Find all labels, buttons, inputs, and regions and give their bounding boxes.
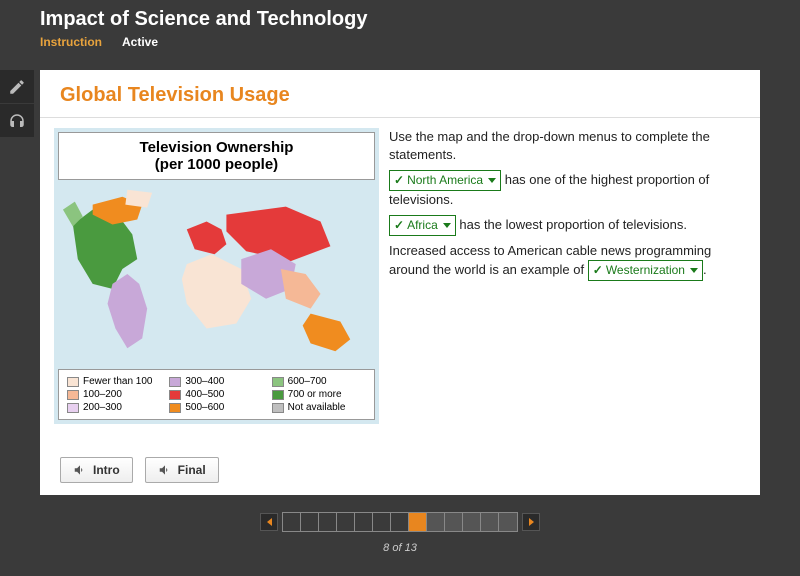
legend-label: 300–400 [185,376,224,387]
legend-swatch [67,377,79,387]
instruction-text: Use the map and the drop-down menus to c… [389,128,746,164]
legend-swatch [67,390,79,400]
legend-item: 200–300 [67,402,161,413]
arrow-right-icon [529,518,534,526]
south-asia-region [281,269,321,309]
legend-label: Not available [288,402,346,413]
tabs: Instruction Active [40,35,760,49]
statement-3: Increased access to American cable news … [389,242,746,281]
legend-item: 600–700 [272,376,366,387]
legend-item: 700 or more [272,389,366,400]
legend-label: 100–200 [83,389,122,400]
pager [0,512,800,532]
statement-1: ✓North America has one of the highest pr… [389,170,746,209]
legend-label: 200–300 [83,402,122,413]
next-button[interactable] [522,513,540,531]
statement-text: . [703,262,707,277]
pencil-icon[interactable] [0,70,34,104]
legend-swatch [272,390,284,400]
dropdown-1[interactable]: ✓North America [389,170,501,191]
page-cell-7[interactable] [391,513,409,531]
chevron-down-icon [690,268,698,273]
audio-label: Final [178,463,206,477]
europe-region [187,221,227,254]
content-title: Global Television Usage [40,70,760,118]
page-title: Impact of Science and Technology [40,8,760,31]
map-title-l1: Television Ownership [65,139,368,156]
question-text: Use the map and the drop-down menus to c… [389,128,746,424]
dropdown-3[interactable]: ✓Westernization [588,260,703,281]
australia-region [303,314,351,352]
legend-swatch [67,403,79,413]
legend-item: 500–600 [169,402,263,413]
page-cell-10[interactable] [445,513,463,531]
legend-swatch [169,377,181,387]
audio-final-button[interactable]: Final [145,457,219,483]
speaker-icon [73,463,87,477]
page-cell-3[interactable] [319,513,337,531]
page-cell-9[interactable] [427,513,445,531]
page-cell-2[interactable] [301,513,319,531]
page-cell-8[interactable] [409,513,427,531]
legend-swatch [272,377,284,387]
tab-instruction[interactable]: Instruction [40,35,102,49]
legend-item: Not available [272,402,366,413]
speaker-icon [158,463,172,477]
legend-label: 600–700 [288,376,327,387]
world-map [58,184,375,364]
russia-region [226,207,330,261]
chevron-down-icon [443,223,451,228]
arrow-left-icon [267,518,272,526]
map-legend: Fewer than 100 300–400 600–700 100–200 4… [58,369,375,420]
page-cell-5[interactable] [355,513,373,531]
map-container: Television Ownership (per 1000 people) F… [54,128,379,424]
page-grid [282,512,518,532]
page-cell-13[interactable] [499,513,517,531]
africa-region [182,254,251,328]
headphones-icon[interactable] [0,104,34,138]
check-icon: ✓ [593,262,603,279]
legend-label: 700 or more [288,389,342,400]
legend-swatch [169,403,181,413]
legend-item: Fewer than 100 [67,376,161,387]
dropdown-2[interactable]: ✓Africa [389,215,456,236]
page-indicator: 8 of 13 [0,542,800,554]
legend-item: 100–200 [67,389,161,400]
dropdown-value: Westernization [606,262,685,279]
legend-label: Fewer than 100 [83,376,153,387]
audio-label: Intro [93,463,120,477]
page-cell-12[interactable] [481,513,499,531]
legend-label: 400–500 [185,389,224,400]
check-icon: ✓ [394,217,404,234]
south-america-region [108,274,148,348]
tab-active[interactable]: Active [122,35,158,49]
map-title: Television Ownership (per 1000 people) [58,132,375,180]
side-toolbar [0,70,34,138]
legend-item: 400–500 [169,389,263,400]
legend-label: 500–600 [185,402,224,413]
content-panel: Global Television Usage Television Owner… [40,70,760,495]
chevron-down-icon [488,178,496,183]
audio-intro-button[interactable]: Intro [60,457,133,483]
legend-item: 300–400 [169,376,263,387]
statement-2: ✓Africa has the lowest proportion of tel… [389,215,746,236]
legend-swatch [272,403,284,413]
page-cell-1[interactable] [283,513,301,531]
statement-text: has the lowest proportion of televisions… [459,217,687,232]
greenland-region [125,190,152,208]
dropdown-value: Africa [407,217,438,234]
page-cell-11[interactable] [463,513,481,531]
map-title-l2: (per 1000 people) [65,156,368,173]
legend-swatch [169,390,181,400]
prev-button[interactable] [260,513,278,531]
page-cell-4[interactable] [337,513,355,531]
dropdown-value: North America [407,172,483,189]
page-cell-6[interactable] [373,513,391,531]
check-icon: ✓ [394,172,404,189]
